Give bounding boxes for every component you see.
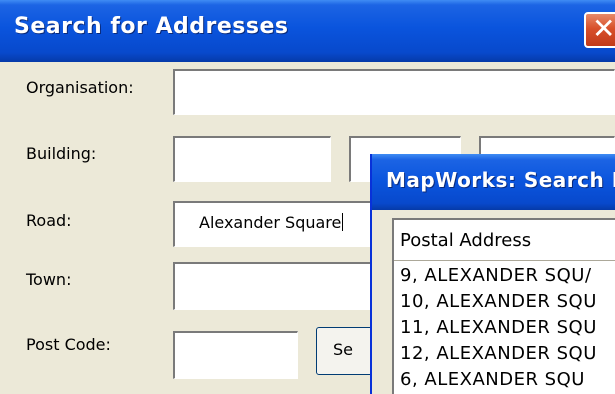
close-icon: ✕	[592, 12, 615, 45]
list-item[interactable]: 12, ALEXANDER SQU	[400, 343, 597, 364]
list-item[interactable]: 9, ALEXANDER SQU/	[400, 265, 592, 286]
road-field-value: Alexander Square	[199, 213, 342, 232]
close-button[interactable]: ✕	[584, 12, 615, 48]
list-item[interactable]: 11, ALEXANDER SQU	[400, 317, 597, 338]
text-caret	[342, 213, 344, 231]
town-label: Town:	[26, 270, 72, 289]
list-item[interactable]: 10, ALEXANDER SQU	[400, 291, 597, 312]
postcode-field[interactable]	[173, 331, 298, 379]
building-label: Building:	[26, 144, 97, 163]
building-field-1[interactable]	[173, 136, 331, 182]
dialog-title: Search for Addresses	[14, 14, 289, 39]
organisation-field[interactable]	[173, 69, 615, 115]
mapworks-titlebar[interactable]: MapWorks: Search I	[372, 154, 615, 210]
mapworks-search-window: MapWorks: Search I Postal Address 9, ALE…	[370, 154, 615, 394]
column-header-postal-address[interactable]: Postal Address	[400, 230, 531, 251]
postal-address-list[interactable]: Postal Address 9, ALEXANDER SQU/ 10, ALE…	[392, 218, 615, 394]
list-item[interactable]: 6, ALEXANDER SQU	[400, 369, 585, 390]
mapworks-title: MapWorks: Search I	[386, 168, 615, 192]
dialog-titlebar[interactable]: Search for Addresses ✕	[0, 0, 615, 62]
organisation-label: Organisation:	[26, 78, 134, 97]
postcode-label: Post Code:	[26, 335, 111, 354]
road-label: Road:	[26, 211, 72, 230]
header-divider	[394, 260, 615, 261]
